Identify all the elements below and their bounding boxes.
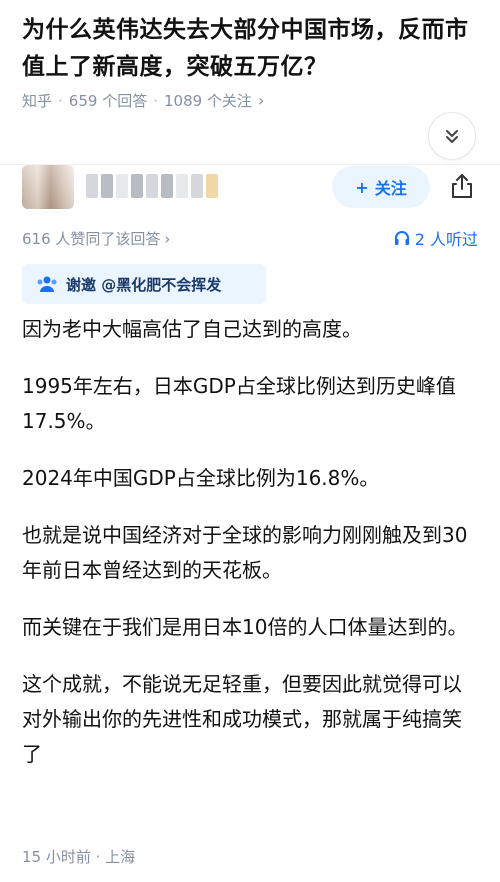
follow-button[interactable]: + 关注 — [332, 166, 430, 208]
paragraph: 而关键在于我们是用日本10倍的人口体量达到的。 — [22, 615, 468, 639]
source-label: 知乎 — [22, 92, 53, 110]
share-icon — [452, 174, 472, 198]
question-title[interactable]: 为什么英伟达失去大部分中国市场，反而市值上了新高度，突破五万亿？ — [22, 12, 482, 86]
follow-label: 关注 — [374, 179, 407, 198]
paragraph: 2024年中国GDP占全球比例为16.8%。 — [22, 466, 380, 490]
share-button[interactable] — [444, 168, 480, 204]
invite-banner[interactable]: 谢邀 @黑化肥不会挥发 — [22, 264, 266, 304]
likes-count: 616 人赞同了该回答 — [22, 230, 161, 248]
question-meta[interactable]: 知乎 · 659 个回答 · 1089 个关注 › — [22, 90, 264, 111]
chevron-double-down-icon — [446, 130, 458, 143]
divider — [0, 164, 500, 165]
avatar[interactable] — [22, 165, 74, 209]
separator: · — [58, 91, 63, 110]
listen-count[interactable]: 2 人听过 — [393, 226, 478, 250]
separator: · — [153, 91, 158, 110]
listeners-label: 2 人听过 — [414, 230, 478, 249]
plus-icon: + — [355, 177, 369, 197]
paragraph: 也就是说中国经济对于全球的影响力刚刚触及到30年前日本曾经达到的天花板。 — [22, 523, 468, 582]
author-name-blurred[interactable] — [86, 174, 218, 198]
answer-content: 因为老中大幅高估了自己达到的高度。 1995年左右，日本GDP占全球比例达到历史… — [22, 312, 478, 772]
chevron-right-icon: › — [257, 91, 265, 110]
paragraph: 这个成就，不能说无足轻重，但要因此就觉得可以对外输出你的先进性和成功模式，那就属… — [22, 672, 462, 766]
timestamp-location: 15 小时前 · 上海 — [22, 848, 136, 866]
follower-count: 1089 个关注 — [163, 92, 252, 110]
expand-button[interactable] — [428, 112, 476, 160]
invite-text: 谢邀 @黑化肥不会挥发 — [66, 275, 222, 294]
likes-line[interactable]: 616 人赞同了该回答 › — [22, 228, 170, 249]
paragraph: 1995年左右，日本GDP占全球比例达到历史峰值17.5%。 — [22, 374, 456, 433]
headphones-icon — [394, 231, 409, 245]
chevron-right-icon: › — [164, 229, 171, 248]
people-icon — [37, 276, 57, 292]
paragraph: 因为老中大幅高估了自己达到的高度。 — [22, 317, 362, 341]
answer-count: 659 个回答 — [68, 92, 148, 110]
